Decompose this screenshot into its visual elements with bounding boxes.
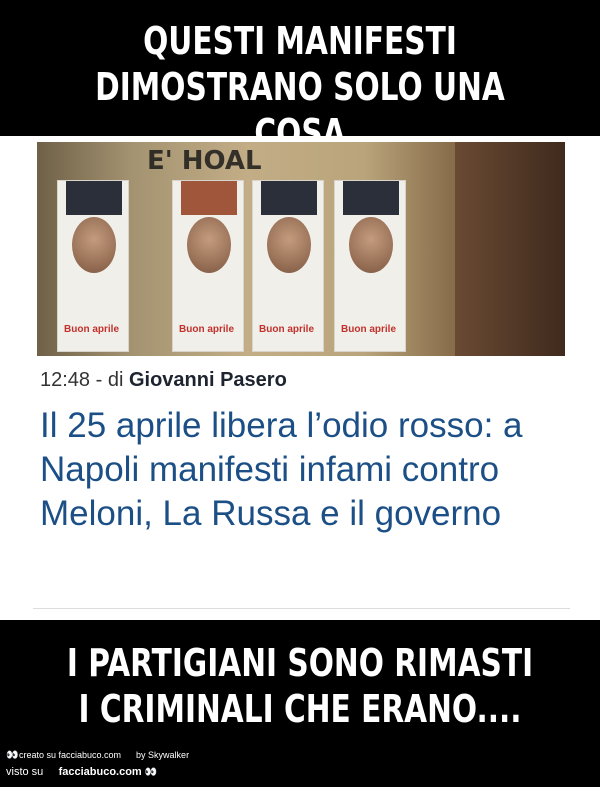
divider: [33, 608, 570, 609]
footer-created: 👀 creato su facciabuco.com by Skywalker: [6, 750, 190, 761]
article-photo: E' HOAL Buon aprile Buon aprile Buon apr…: [37, 142, 565, 356]
poster: Buon aprile: [252, 180, 324, 352]
eyes-icon: 👀: [144, 767, 158, 778]
wall-graffiti: E' HOAL: [147, 146, 262, 176]
article-time: 12:48: [40, 369, 91, 391]
eyes-icon: 👀: [6, 750, 19, 761]
footer-seen: visto su facciabuco.com 👀: [6, 766, 158, 778]
article-by: - di: [90, 369, 129, 391]
poster: Buon aprile: [334, 180, 406, 352]
poster: Buon aprile: [172, 180, 244, 352]
poster: Buon aprile: [57, 180, 129, 352]
article-headline[interactable]: Il 25 aprile libera l’odio rosso: a Napo…: [40, 404, 560, 536]
article-card[interactable]: E' HOAL Buon aprile Buon aprile Buon apr…: [0, 136, 600, 620]
article-author: Giovanni Pasero: [128, 369, 287, 391]
article-meta: 12:48 - di Giovanni Pasero: [40, 369, 287, 392]
wall-shadow: [455, 142, 565, 356]
bottom-caption: I PARTIGIANI SONO RIMASTI I CRIMINALI CH…: [66, 641, 534, 731]
site-link[interactable]: facciabuco.com: [59, 766, 142, 778]
